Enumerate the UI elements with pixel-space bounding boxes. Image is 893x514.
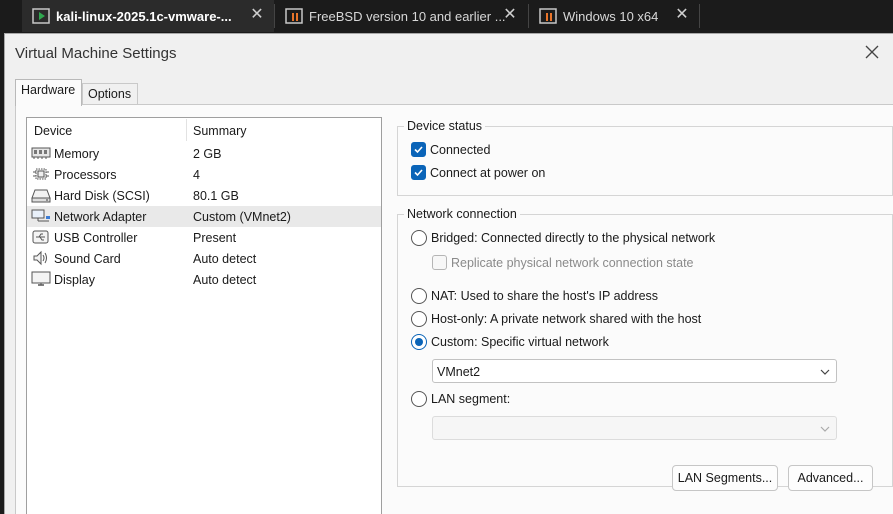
lan-segment-select[interactable] <box>432 416 837 440</box>
custom-label: Custom: Specific virtual network <box>431 335 609 349</box>
device-row-usb-controller[interactable]: USB Controller Present <box>27 227 381 248</box>
column-header-summary[interactable]: Summary <box>193 124 246 138</box>
device-summary: Custom (VMnet2) <box>193 210 291 224</box>
host-only-label: Host-only: A private network shared with… <box>431 312 702 326</box>
close-icon[interactable]: ✕ <box>673 6 691 24</box>
vm-tab-title: Windows 10 x64 <box>563 8 659 24</box>
radio-indicator <box>411 288 427 304</box>
device-summary: Auto detect <box>193 252 257 266</box>
bridged-radio[interactable]: Bridged: Connected directly to the physi… <box>411 230 715 246</box>
close-icon[interactable]: ✕ <box>248 6 266 24</box>
speaker-icon <box>33 250 47 266</box>
custom-network-value: VMnet2 <box>437 365 481 379</box>
usb-icon <box>32 230 49 244</box>
device-status-group: Device status Connected Connect at power… <box>397 119 893 196</box>
network-connection-group: Network connection Bridged: Connected di… <box>397 207 893 487</box>
radio-indicator <box>411 230 427 246</box>
device-name: Hard Disk (SCSI) <box>54 189 150 203</box>
chevron-down-icon <box>820 369 830 375</box>
device-row-sound-card[interactable]: Sound Card Auto detect <box>27 248 381 269</box>
device-name: Network Adapter <box>54 210 147 224</box>
checkmark-icon <box>411 142 426 157</box>
checkbox-indicator <box>432 255 447 270</box>
device-summary: 80.1 GB <box>193 189 239 203</box>
device-summary: 2 GB <box>193 147 222 161</box>
vm-tab-windows10[interactable]: Windows 10 x64 ✕ <box>529 0 699 32</box>
custom-network-select[interactable]: VMnet2 <box>432 359 837 383</box>
hard-disk-icon <box>31 189 51 203</box>
device-summary: 4 <box>193 168 200 182</box>
device-summary: Auto detect <box>193 273 257 287</box>
column-header-device[interactable]: Device <box>34 124 72 138</box>
device-name: Display <box>54 273 95 287</box>
device-row-hard-disk[interactable]: Hard Disk (SCSI) 80.1 GB <box>27 185 381 206</box>
close-icon[interactable]: ✕ <box>501 6 519 24</box>
device-row-display[interactable]: Display Auto detect <box>27 269 381 290</box>
vm-tab-title: FreeBSD version 10 and earlier ... <box>309 8 506 24</box>
vm-running-icon <box>32 8 50 24</box>
network-adapter-icon <box>31 209 50 222</box>
device-name: USB Controller <box>54 231 138 245</box>
vm-tab-freebsd[interactable]: FreeBSD version 10 and earlier ... ✕ <box>275 0 527 32</box>
device-name: Memory <box>54 147 100 161</box>
tab-hardware[interactable]: Hardware <box>15 79 82 106</box>
checkmark-icon <box>411 165 426 180</box>
bridged-label: Bridged: Connected directly to the physi… <box>431 231 716 245</box>
replicate-state-label: Replicate physical network connection st… <box>451 255 694 270</box>
lan-segment-radio[interactable]: LAN segment: <box>411 391 510 407</box>
radio-indicator <box>411 334 427 350</box>
memory-icon <box>31 147 51 159</box>
radio-indicator <box>411 391 427 407</box>
advanced-button[interactable]: Advanced... <box>788 465 873 491</box>
device-summary: Present <box>193 231 237 245</box>
device-row-network-adapter[interactable]: Network Adapter Custom (VMnet2) <box>27 206 381 227</box>
device-list-header: Device Summary <box>27 118 381 141</box>
connected-checkbox[interactable]: Connected <box>411 142 490 157</box>
connected-label: Connected <box>430 142 491 157</box>
radio-indicator <box>411 311 427 327</box>
dialog-title: Virtual Machine Settings <box>15 45 177 62</box>
connect-at-power-on-label: Connect at power on <box>430 165 546 180</box>
device-name: Processors <box>54 168 117 182</box>
nat-label: NAT: Used to share the host's IP address <box>431 289 659 303</box>
host-only-radio[interactable]: Host-only: A private network shared with… <box>411 311 701 327</box>
custom-radio[interactable]: Custom: Specific virtual network <box>411 334 609 350</box>
device-list[interactable]: Device Summary Memory 2 GB Processors 4 … <box>26 117 382 514</box>
vm-tab-kali[interactable]: kali-linux-2025.1c-vmware-... ✕ <box>22 0 274 32</box>
display-icon <box>31 271 51 286</box>
close-icon[interactable] <box>863 43 881 61</box>
lan-segment-label: LAN segment: <box>431 392 511 406</box>
device-status-legend: Device status <box>404 119 486 133</box>
device-name: Sound Card <box>54 252 121 266</box>
nat-radio[interactable]: NAT: Used to share the host's IP address <box>411 288 658 304</box>
device-row-memory[interactable]: Memory 2 GB <box>27 143 381 164</box>
network-connection-legend: Network connection <box>404 207 520 221</box>
tab-options[interactable]: Options <box>82 83 138 105</box>
hardware-panel: Device Summary Memory 2 GB Processors 4 … <box>15 104 893 514</box>
connect-at-power-on-checkbox[interactable]: Connect at power on <box>411 165 545 180</box>
lan-segments-button[interactable]: LAN Segments... <box>672 465 778 491</box>
vm-tab-title: kali-linux-2025.1c-vmware-... <box>56 8 232 24</box>
processor-icon <box>33 168 49 180</box>
chevron-down-icon <box>820 426 830 432</box>
vm-tab-strip: kali-linux-2025.1c-vmware-... ✕ FreeBSD … <box>0 0 893 33</box>
vm-settings-dialog: Virtual Machine Settings Hardware Option… <box>4 33 893 514</box>
vm-paused-icon <box>539 8 557 24</box>
vm-paused-icon <box>285 8 303 24</box>
replicate-state-checkbox[interactable]: Replicate physical network connection st… <box>432 255 694 270</box>
device-row-processors[interactable]: Processors 4 <box>27 164 381 185</box>
